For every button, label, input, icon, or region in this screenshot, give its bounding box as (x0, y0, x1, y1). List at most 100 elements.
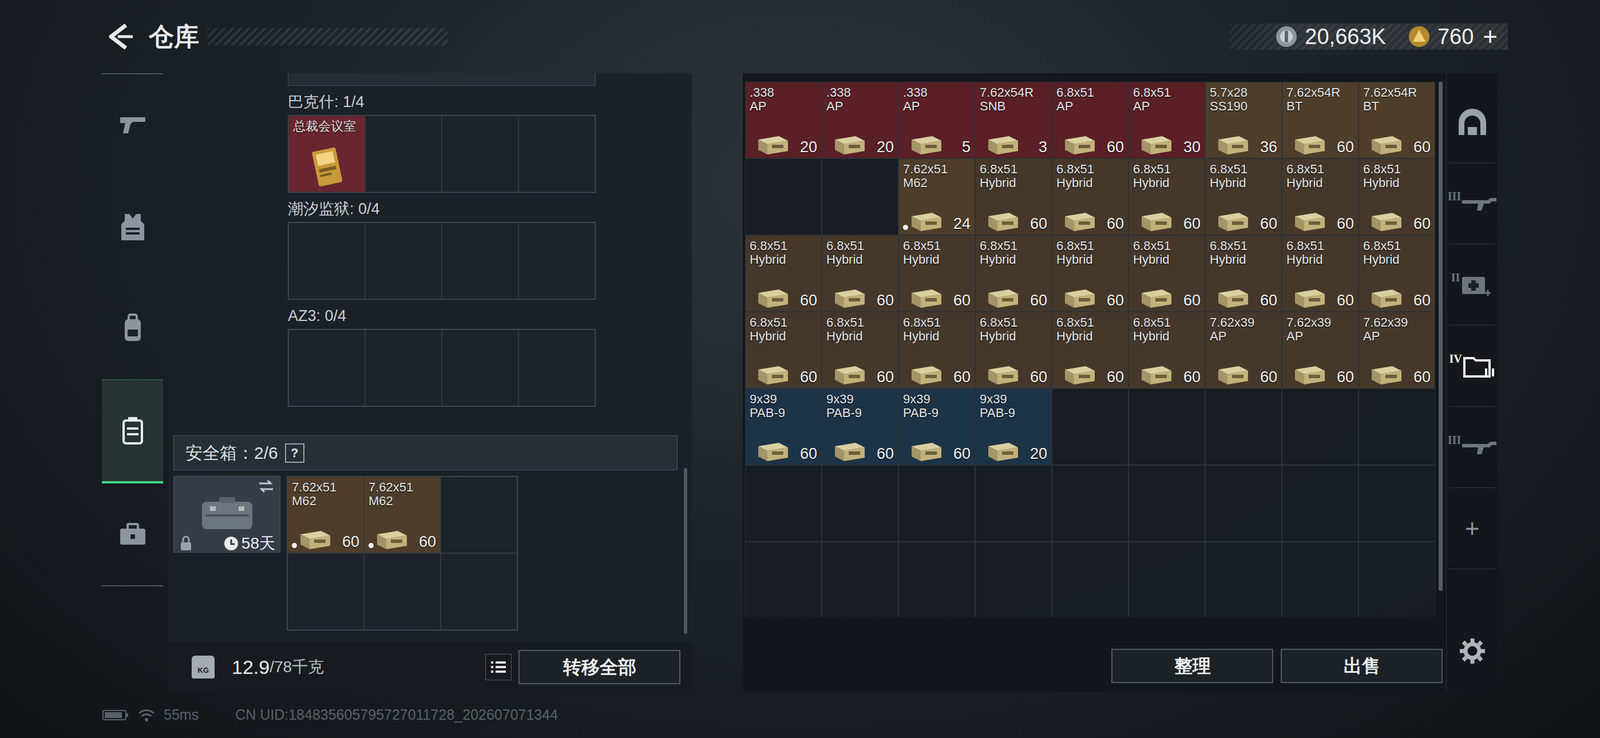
ammo-item[interactable]: 6.8x51Hybrid60 (1128, 311, 1206, 389)
scrollbar[interactable] (683, 468, 688, 635)
nav-item[interactable] (101, 176, 164, 279)
backpack-icon[interactable] (117, 313, 148, 344)
ammo-item[interactable]: 6.8x51Hybrid60 (821, 235, 899, 312)
nav-item[interactable] (101, 483, 164, 586)
ammo-item[interactable]: 7.62x39AP60 (1358, 311, 1436, 389)
gear-icon[interactable] (1458, 637, 1487, 665)
empty-slot[interactable] (288, 329, 366, 407)
ammo-item[interactable]: 6.8x51Hybrid60 (1128, 158, 1206, 236)
ammo-item[interactable]: 6.8x51Hybrid60 (821, 311, 899, 389)
ammo-item[interactable]: 7.62x39AP60 (1205, 311, 1282, 389)
nav-item[interactable] (101, 277, 164, 380)
empty-slot[interactable] (288, 222, 366, 300)
ammo-item[interactable]: 6.8x51Hybrid60 (975, 158, 1052, 236)
stash-tab[interactable]: III (1449, 406, 1496, 489)
ammo-item[interactable]: 6.8x51Hybrid60 (975, 235, 1052, 312)
empty-slot[interactable] (1128, 465, 1206, 542)
empty-slot[interactable] (365, 329, 442, 407)
empty-slot[interactable] (745, 158, 822, 236)
ammo-item[interactable]: .338AP5 (898, 81, 976, 159)
ammo-item[interactable]: 6.8x51AP60 (1051, 81, 1129, 159)
scrollbar[interactable] (1438, 81, 1443, 592)
empty-slot[interactable] (1205, 388, 1282, 466)
ammo-item[interactable]: 6.8x51Hybrid60 (1051, 235, 1129, 312)
ammo-item[interactable]: 7.62x54RSNB3 (975, 81, 1052, 159)
ammo-item[interactable]: 9x39PAB-960 (821, 388, 899, 466)
empty-slot[interactable] (1051, 388, 1129, 466)
empty-slot[interactable] (1205, 465, 1282, 542)
empty-slot[interactable] (898, 541, 976, 618)
back-button[interactable] (101, 21, 137, 52)
ammo-item[interactable]: 6.8x51Hybrid60 (898, 311, 976, 389)
empty-slot[interactable] (821, 541, 899, 618)
empty-slot[interactable] (821, 158, 899, 236)
vest-icon[interactable] (117, 211, 148, 242)
empty-slot[interactable] (440, 553, 518, 631)
ammo-item[interactable]: 6.8x51Hybrid60 (1281, 235, 1359, 312)
ammo-item[interactable]: 5.7x28SS19036 (1205, 81, 1282, 159)
empty-slot[interactable] (441, 222, 519, 300)
add-currency-button[interactable]: + (1480, 24, 1500, 50)
empty-slot[interactable] (1051, 541, 1129, 618)
ammo-item[interactable]: 6.8x51Hybrid60 (898, 235, 976, 312)
empty-slot[interactable] (745, 465, 822, 542)
keycard-item[interactable]: 总裁会议室 (288, 115, 366, 193)
stash-tab[interactable] (1449, 81, 1496, 164)
safe-box[interactable]: 58天 (173, 476, 281, 553)
medkit-icon[interactable] (1459, 270, 1493, 300)
add-tab-button[interactable]: + (1464, 516, 1480, 542)
ammo-item[interactable]: 6.8x51Hybrid60 (1358, 158, 1436, 236)
empty-slot[interactable] (518, 222, 596, 300)
ammo-item[interactable]: 6.8x51Hybrid60 (1281, 158, 1359, 236)
empty-slot[interactable] (365, 115, 442, 193)
empty-slot[interactable] (1358, 465, 1436, 542)
ammo-item[interactable]: 6.8x51Hybrid60 (1205, 235, 1282, 312)
ammo-item[interactable]: 6.8x51Hybrid60 (1051, 311, 1129, 389)
rifle-icon[interactable] (1460, 188, 1497, 219)
ammo-item[interactable]: 7.62x51M6224 (898, 158, 976, 236)
ammo-item[interactable]: 7.62x51M6260 (363, 476, 441, 554)
ammo-item[interactable]: 9x39PAB-920 (975, 388, 1052, 466)
list-view-button[interactable] (485, 654, 512, 681)
list-icon[interactable] (488, 658, 509, 677)
vault-icon[interactable] (1455, 107, 1490, 138)
ammo-item[interactable]: 6.8x51Hybrid60 (745, 311, 822, 389)
toolbox-icon[interactable] (117, 519, 148, 550)
stash-tab[interactable]: IV (1449, 325, 1496, 407)
help-button[interactable]: ? (284, 443, 305, 463)
sort-button[interactable]: 整理 (1111, 648, 1274, 684)
stash-tab[interactable]: III (1449, 163, 1496, 245)
empty-slot[interactable] (745, 541, 822, 618)
empty-slot[interactable] (363, 553, 441, 631)
empty-slot[interactable] (1281, 465, 1359, 542)
ammo-item[interactable]: 6.8x51Hybrid60 (1358, 235, 1436, 312)
ammo-item[interactable]: 6.8x51Hybrid60 (1128, 235, 1206, 312)
pistol-icon[interactable] (117, 110, 148, 141)
empty-slot[interactable] (1051, 465, 1129, 542)
case-icon[interactable] (117, 416, 148, 446)
nav-item[interactable] (101, 379, 164, 485)
ammo-item[interactable]: .338AP20 (745, 81, 822, 159)
ammo-item[interactable]: 6.8x51AP30 (1128, 81, 1206, 159)
folder-icon[interactable] (1462, 351, 1496, 382)
empty-slot[interactable] (1128, 388, 1206, 466)
back-arrow-icon[interactable] (103, 21, 136, 52)
ammo-item[interactable]: 9x39PAB-960 (898, 388, 976, 466)
empty-slot[interactable] (518, 115, 596, 193)
empty-slot[interactable] (1205, 541, 1282, 618)
ammo-item[interactable]: 6.8x51Hybrid60 (1205, 158, 1282, 236)
nav-item[interactable] (101, 74, 164, 177)
stash-tab[interactable]: II (1449, 244, 1496, 326)
empty-slot[interactable] (365, 222, 442, 300)
ammo-item[interactable]: 7.62x54RBT60 (1358, 81, 1436, 159)
empty-slot[interactable] (1358, 541, 1436, 618)
swap-icon[interactable] (256, 478, 276, 494)
empty-slot[interactable] (287, 553, 364, 631)
stash-tab[interactable]: + (1449, 488, 1496, 570)
ammo-item[interactable]: 6.8x51Hybrid60 (745, 235, 822, 312)
ammo-item[interactable]: .338AP20 (821, 81, 899, 159)
empty-slot[interactable] (518, 329, 596, 407)
empty-slot[interactable] (441, 329, 519, 407)
empty-slot[interactable] (975, 541, 1052, 618)
transfer-all-button[interactable]: 转移全部 (518, 650, 681, 685)
